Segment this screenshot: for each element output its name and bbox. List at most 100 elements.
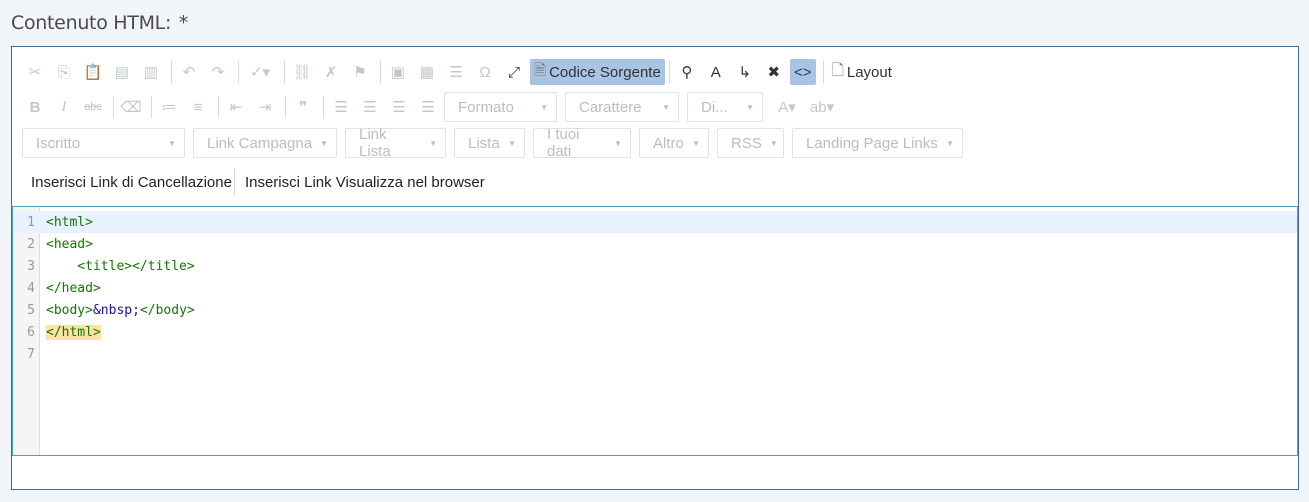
rss-select[interactable]: RSS ▼ xyxy=(717,128,784,158)
code-tag: </body> xyxy=(139,302,195,318)
table-icon[interactable]: ▦ xyxy=(414,59,440,85)
maximize-icon[interactable]: ⤢ xyxy=(501,59,527,85)
undo-icon[interactable]: ↶ xyxy=(176,59,202,85)
field-label: Contenuto HTML: * xyxy=(11,12,188,34)
image-icon[interactable]: ▣ xyxy=(385,59,411,85)
bold-icon[interactable]: B xyxy=(22,94,48,120)
toolbar-separator xyxy=(113,96,114,118)
combo-label: Iscritto xyxy=(36,134,81,152)
redo-icon[interactable]: ↷ xyxy=(205,59,231,85)
spellcheck-icon[interactable]: ✓▾ xyxy=(243,59,277,85)
layout-label: Layout xyxy=(846,63,892,81)
link-icon[interactable]: ⛓ xyxy=(289,59,315,85)
bulleted-list-icon[interactable]: ≡ xyxy=(185,94,211,120)
code-tag: <body> xyxy=(46,302,93,318)
indent-icon[interactable]: ⇥ xyxy=(252,94,278,120)
add-comment-icon[interactable]: ↳ xyxy=(732,59,758,85)
align-left-icon[interactable]: ☰ xyxy=(328,94,354,120)
toolbar-separator xyxy=(380,61,381,83)
source-code-button[interactable]: 🗎 Codice Sorgente xyxy=(530,59,665,85)
toolbar-separator xyxy=(668,61,670,83)
code-line[interactable]: 4 </head> xyxy=(13,277,1297,299)
toolbar-separator xyxy=(323,96,324,118)
matched-tag-highlight: </html> xyxy=(46,324,101,340)
line-number: 4 xyxy=(27,280,35,296)
chevron-down-icon: ▼ xyxy=(946,138,954,148)
required-mark: * xyxy=(178,12,189,34)
horizontal-rule-icon[interactable]: ☰ xyxy=(443,59,469,85)
list-link-select[interactable]: Link Lista ▼ xyxy=(345,126,446,160)
size-select-label: Di... xyxy=(701,98,728,116)
toolbar-row-2: B I abc ⌫ ≔ ≡ ⇤ ⇥ ❞ ☰ ☰ ☰ ☰ Formato ▼ Car… xyxy=(22,92,841,122)
background-color-icon[interactable]: ab▾ xyxy=(806,94,838,120)
line-number: 1 xyxy=(27,214,35,230)
paste-text-icon[interactable]: ▤ xyxy=(109,59,135,85)
chevron-down-icon: ▼ xyxy=(540,102,548,112)
size-select[interactable]: Di... ▼ xyxy=(687,92,763,122)
align-right-icon[interactable]: ☰ xyxy=(386,94,412,120)
font-select[interactable]: Carattere ▼ xyxy=(565,92,679,122)
code-entity: &nbsp; xyxy=(92,302,140,318)
html-editor: ✂ ⎘ 📋 ▤ ▥ ↶ ↷ ✓▾ ⛓ ✗ ⚑ ▣ ▦ ☰ Ω ⤢ 🗎 Codice… xyxy=(11,46,1299,490)
font-select-label: Carattere xyxy=(579,98,642,116)
remove-format-icon[interactable]: ⌫ xyxy=(118,94,144,120)
subscriber-select[interactable]: Iscritto ▼ xyxy=(22,128,185,158)
cut-icon[interactable]: ✂ xyxy=(22,59,48,85)
paste-icon[interactable]: 📋 xyxy=(80,59,106,85)
select-all-icon[interactable]: A xyxy=(703,59,729,85)
toolbar-separator xyxy=(284,61,285,83)
special-char-icon[interactable]: Ω xyxy=(472,59,498,85)
copy-icon[interactable]: ⎘ xyxy=(51,59,77,85)
your-data-select[interactable]: I tuoi dati ▼ xyxy=(533,126,631,160)
code-line[interactable]: 6 </html> xyxy=(13,321,1297,343)
code-line[interactable]: 5 <body>&nbsp;</body> xyxy=(13,299,1297,321)
outdent-icon[interactable]: ⇤ xyxy=(223,94,249,120)
view-in-browser-link-button[interactable]: Inserisci Link Visualizza nel browser xyxy=(233,169,485,195)
line-number: 5 xyxy=(27,302,35,318)
layout-button[interactable]: 🗋 Layout xyxy=(828,59,896,85)
paste-word-icon[interactable]: ▥ xyxy=(138,59,164,85)
code-line[interactable]: 7 xyxy=(13,343,1297,365)
anchor-icon[interactable]: ⚑ xyxy=(347,59,373,85)
combo-label: I tuoi dati xyxy=(547,126,580,160)
line-number: 7 xyxy=(27,346,35,362)
code-line[interactable]: 2 <head> xyxy=(13,233,1297,255)
other-select[interactable]: Altro ▼ xyxy=(639,128,709,158)
unsubscribe-link-button[interactable]: Inserisci Link di Cancellazione xyxy=(21,169,232,195)
source-code-editor[interactable]: 1 <html> 2 <head> 3 <title></title> 4 </hea… xyxy=(12,206,1298,456)
code-text: <title></title> xyxy=(46,258,195,274)
toolbar-separator xyxy=(238,61,239,83)
chevron-down-icon: ▼ xyxy=(320,138,328,148)
blockquote-icon[interactable]: ❞ xyxy=(290,94,316,120)
chevron-down-icon: ▼ xyxy=(429,138,437,148)
format-select[interactable]: Formato ▼ xyxy=(444,92,557,122)
code-line[interactable]: 3 <title></title> xyxy=(13,255,1297,277)
code-text: <head> xyxy=(46,236,93,252)
find-icon[interactable]: ⚲ xyxy=(674,59,700,85)
align-justify-icon[interactable]: ☰ xyxy=(415,94,441,120)
code-view-icon[interactable]: <> xyxy=(789,59,816,85)
list-select[interactable]: Lista ▼ xyxy=(454,128,525,158)
code-text: </html> xyxy=(40,324,101,340)
chevron-down-icon: ▼ xyxy=(662,102,670,112)
chevron-down-icon: ▼ xyxy=(168,138,176,148)
toolbar-row-4: Inserisci Link di Cancellazione Inserisc… xyxy=(21,167,485,197)
format-select-label: Formato xyxy=(458,98,514,116)
unlink-icon[interactable]: ✗ xyxy=(318,59,344,85)
text-color-icon[interactable]: A▾ xyxy=(771,94,803,120)
source-code-label: Codice Sorgente xyxy=(549,63,661,81)
combo-label: RSS xyxy=(731,134,762,152)
strikethrough-icon[interactable]: abc xyxy=(80,94,106,120)
align-center-icon[interactable]: ☰ xyxy=(357,94,383,120)
chevron-down-icon: ▼ xyxy=(746,102,754,112)
combo-label: Link Campagna xyxy=(207,134,313,152)
code-line[interactable]: 1 <html> xyxy=(13,211,1297,233)
italic-icon[interactable]: I xyxy=(51,94,77,120)
campaign-link-select[interactable]: Link Campagna ▼ xyxy=(193,128,337,158)
combo-label: Lista xyxy=(468,134,500,152)
numbered-list-icon[interactable]: ≔ xyxy=(156,94,182,120)
combo-label: Landing Page Links xyxy=(806,134,938,152)
landing-page-links-select[interactable]: Landing Page Links ▼ xyxy=(792,128,963,158)
remove-comment-icon[interactable]: ✖ xyxy=(761,59,787,85)
field-label-text: Contenuto HTML: xyxy=(11,12,172,34)
